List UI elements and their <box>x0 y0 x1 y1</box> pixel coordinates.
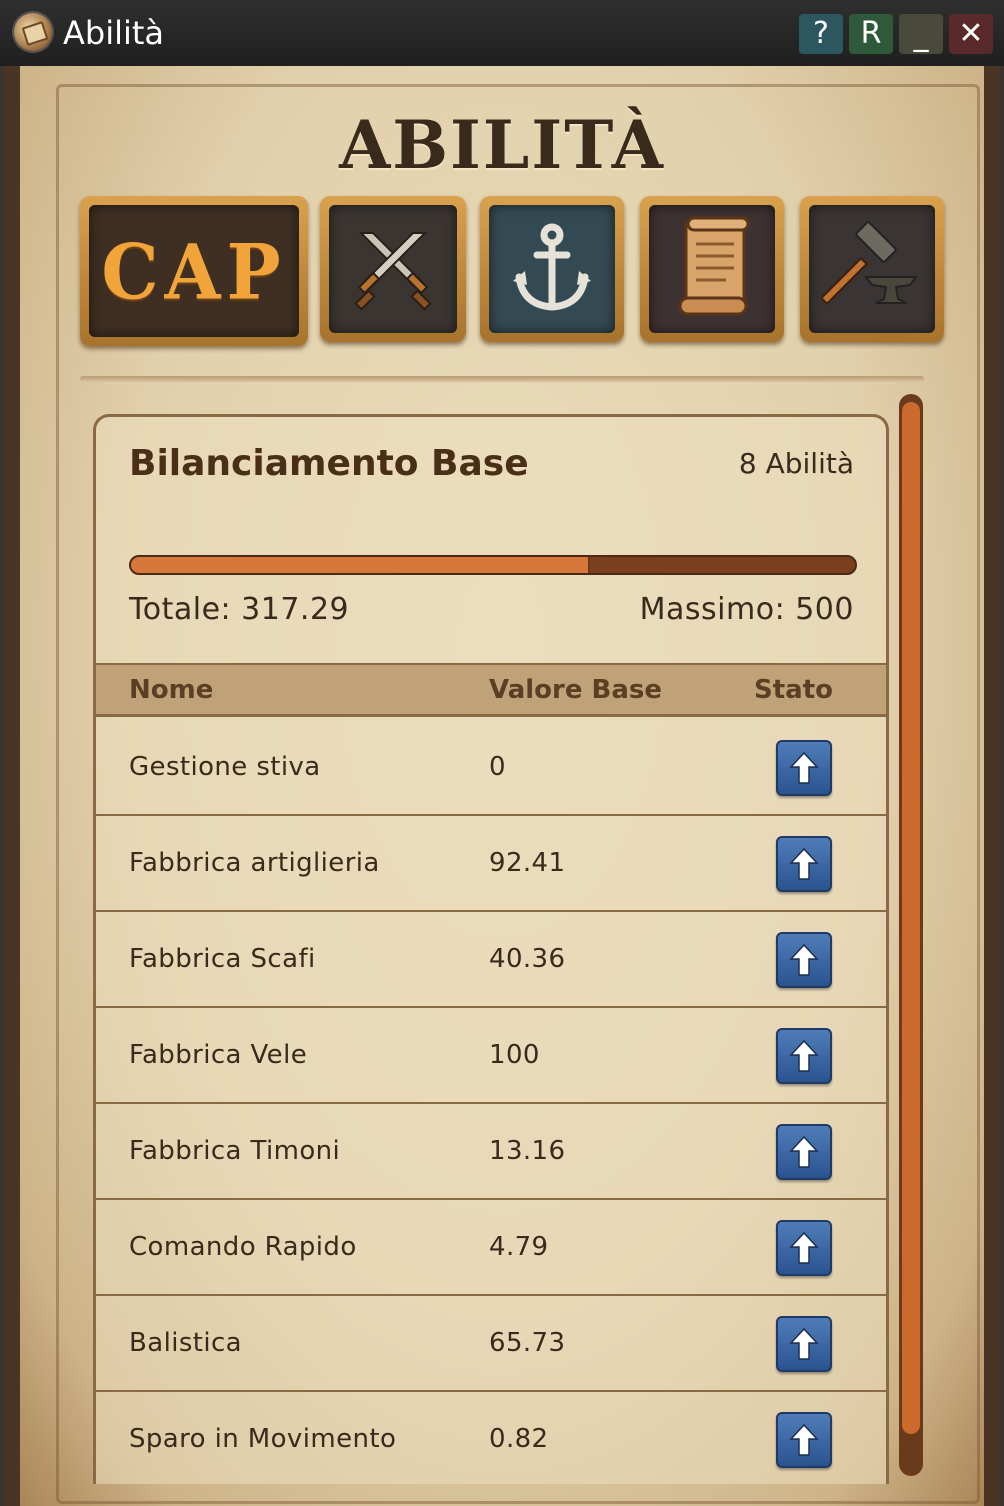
skill-name: Gestione stiva <box>129 752 321 782</box>
scrollbar[interactable] <box>899 394 923 1476</box>
arrow-up-icon <box>789 1231 819 1265</box>
table-row: Fabbrica Timoni 13.16 <box>96 1104 886 1200</box>
total-value: Totale: 317.29 <box>129 592 350 627</box>
tab-combat-face <box>329 205 457 333</box>
minimize-button[interactable]: _ <box>899 14 943 54</box>
skill-base-value: 92.41 <box>489 848 566 878</box>
refresh-button[interactable]: R <box>849 14 893 54</box>
tab-navigation[interactable] <box>480 196 624 342</box>
app-scroll-icon <box>14 13 52 51</box>
table-row: Sparo in Movimento 0.82 <box>96 1392 886 1484</box>
page-title: ABILITÀ <box>339 106 665 184</box>
table-row: Fabbrica Vele 100 <box>96 1008 886 1104</box>
tab-scroll-face <box>649 205 775 333</box>
arrow-up-icon <box>789 943 819 977</box>
tab-cap-face: CAP <box>89 205 299 337</box>
table-row: Fabbrica Scafi 40.36 <box>96 912 886 1008</box>
table-row: Comando Rapido 4.79 <box>96 1200 886 1296</box>
max-value: Massimo: 500 <box>639 592 854 627</box>
hammer-anvil-icon <box>822 221 918 306</box>
skills-table-body: Gestione stiva 0 Fabbrica artiglieria 92.41… <box>96 720 886 1484</box>
arrow-up-icon <box>789 1423 819 1457</box>
upgrade-button[interactable] <box>776 836 832 892</box>
window-title: Abilità <box>63 14 165 52</box>
arrow-up-icon <box>789 751 819 785</box>
skills-window: Abilità ? R _ ✕ ABILITÀ CAP Bilanciament… <box>0 0 1004 1506</box>
title-bar[interactable]: Abilità ? R _ ✕ <box>0 0 1004 66</box>
progress-bar-fill <box>131 557 591 573</box>
upgrade-button[interactable] <box>776 1124 832 1180</box>
skill-base-value: 65.73 <box>489 1328 566 1358</box>
skill-name: Comando Rapido <box>129 1232 357 1262</box>
upgrade-button[interactable] <box>776 740 832 796</box>
arrow-up-icon <box>789 847 819 881</box>
upgrade-button[interactable] <box>776 932 832 988</box>
minimize-label: _ <box>913 18 929 53</box>
upgrade-button[interactable] <box>776 1028 832 1084</box>
upgrade-button[interactable] <box>776 1316 832 1372</box>
column-status-header: Stato <box>754 675 833 705</box>
help-button[interactable]: ? <box>799 14 843 54</box>
category-title: Bilanciamento Base <box>129 443 529 484</box>
skill-name: Fabbrica Scafi <box>129 944 316 974</box>
tab-cap[interactable]: CAP <box>80 196 308 346</box>
skill-base-value: 0.82 <box>489 1424 549 1454</box>
table-header: Nome Valore Base Stato <box>96 663 886 717</box>
tab-crafting[interactable] <box>800 196 944 342</box>
table-row: Gestione stiva 0 <box>96 720 886 816</box>
arrow-up-icon <box>789 1327 819 1361</box>
upgrade-button[interactable] <box>776 1412 832 1468</box>
tab-cap-label: CAP <box>101 226 287 316</box>
skill-name: Sparo in Movimento <box>129 1424 397 1454</box>
arrow-up-icon <box>789 1039 819 1073</box>
table-row: Fabbrica artiglieria 92.41 <box>96 816 886 912</box>
scrollbar-thumb[interactable] <box>902 402 920 1434</box>
tab-crafting-face <box>809 205 935 333</box>
tab-combat[interactable] <box>320 196 466 342</box>
arrow-up-icon <box>789 1135 819 1169</box>
tab-scroll[interactable] <box>640 196 784 342</box>
skill-base-value: 4.79 <box>489 1232 549 1262</box>
tabs-divider <box>80 376 924 382</box>
crossed-swords-icon <box>354 232 432 311</box>
scroll-icon <box>678 216 750 316</box>
skill-name: Fabbrica artiglieria <box>129 848 380 878</box>
skill-base-value: 0 <box>489 752 506 782</box>
upgrade-button[interactable] <box>776 1220 832 1276</box>
skill-name: Balistica <box>129 1328 243 1358</box>
skills-panel: Bilanciamento Base 8 Abilità Totale: 317… <box>93 414 889 1484</box>
anchor-icon <box>513 223 591 311</box>
skill-name: Fabbrica Timoni <box>129 1136 341 1166</box>
skill-base-value: 13.16 <box>489 1136 566 1166</box>
skill-count: 8 Abilità <box>738 447 854 480</box>
skill-base-value: 100 <box>489 1040 540 1070</box>
skill-name: Fabbrica Vele <box>129 1040 308 1070</box>
column-name-header: Nome <box>129 675 214 705</box>
table-row: Balistica 65.73 <box>96 1296 886 1392</box>
tab-navigation-face <box>489 205 615 333</box>
skill-base-value: 40.36 <box>489 944 566 974</box>
progress-bar <box>129 555 857 575</box>
column-value-header: Valore Base <box>489 675 662 705</box>
close-button[interactable]: ✕ <box>949 14 993 54</box>
